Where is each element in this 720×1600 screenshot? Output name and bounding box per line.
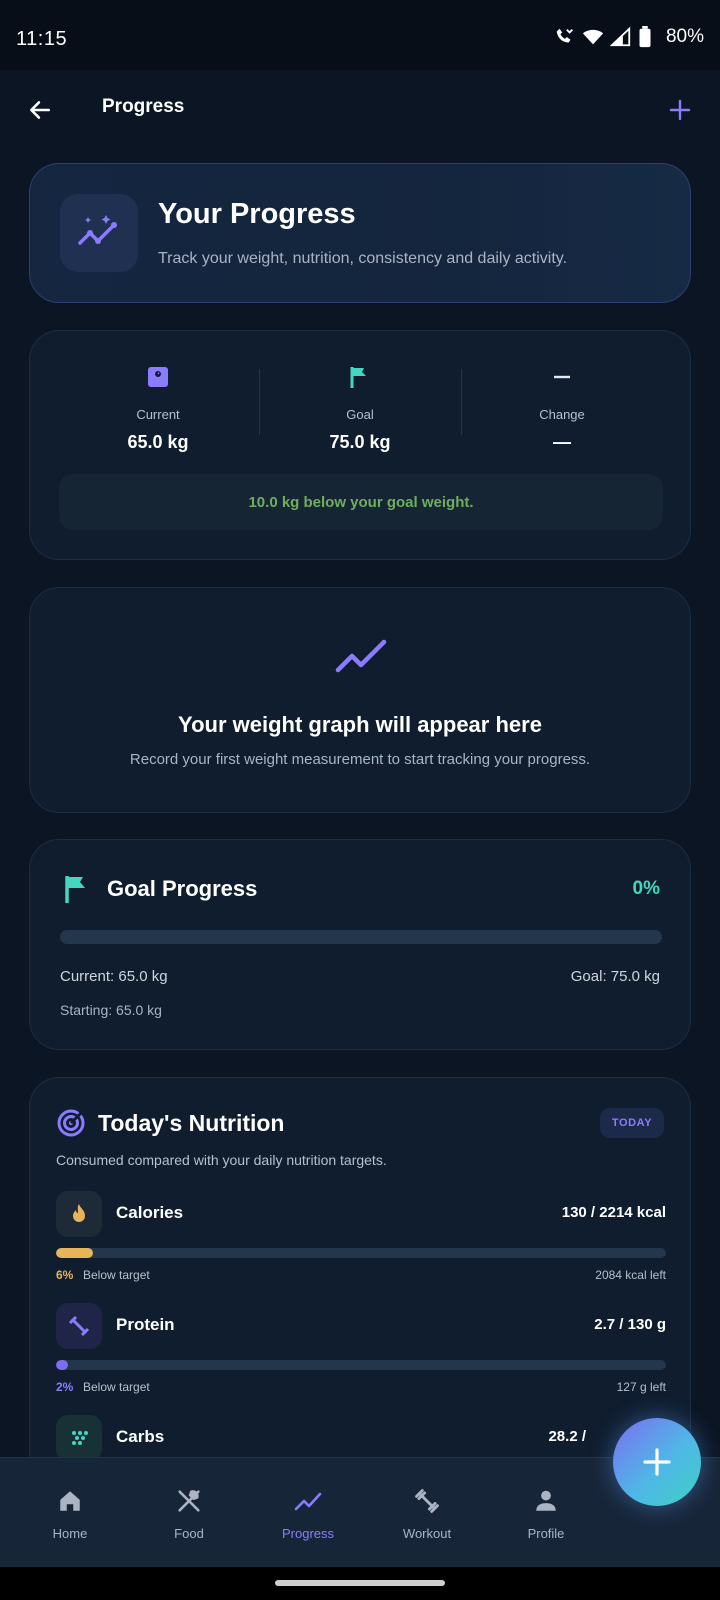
battery-percent: 80% <box>665 26 704 47</box>
macro-percent: 2% <box>56 1380 74 1394</box>
macro-value: 28.2 / <box>548 1428 586 1445</box>
target-icon <box>56 1108 86 1143</box>
macro-status: Below target <box>83 1380 150 1394</box>
fab-add-button[interactable] <box>613 1418 701 1506</box>
weight-stats-card: Current 65.0 kg Goal 75.0 kg Change — 10… <box>29 330 691 560</box>
plus-icon <box>643 1448 671 1476</box>
dash-icon <box>462 361 662 393</box>
trending-up-icon <box>258 1484 358 1518</box>
nutrition-title: Today's Nutrition <box>98 1110 285 1136</box>
macro-row-calories: Calories 130 / 2214 kcal 6% Below target… <box>56 1191 666 1291</box>
hero-subtitle: Track your weight, nutrition, consistenc… <box>158 250 568 267</box>
utensils-icon <box>139 1484 239 1518</box>
macro-value: 130 / 2214 kcal <box>561 1204 666 1221</box>
nav-workout[interactable]: Workout <box>377 1484 477 1541</box>
nav-home[interactable]: Home <box>20 1484 120 1541</box>
signal-icon <box>609 26 632 48</box>
back-button[interactable] <box>22 92 58 128</box>
macro-status: Below target <box>83 1268 150 1282</box>
macro-progress-fill <box>56 1248 93 1258</box>
status-icons: 80% <box>554 26 704 48</box>
home-icon <box>20 1484 120 1518</box>
nav-label: Food <box>174 1526 204 1541</box>
stat-change-label: Change <box>539 407 585 422</box>
nav-label: Workout <box>402 1526 452 1541</box>
stat-current-value: 65.0 kg <box>127 432 189 452</box>
stat-current-label: Current <box>136 407 180 422</box>
stat-goal-value: 75.0 kg <box>329 432 391 452</box>
status-time: 11:15 <box>16 28 68 50</box>
wifi-icon <box>582 26 604 48</box>
macro-name: Protein <box>116 1315 175 1334</box>
macro-name: Carbs <box>116 1427 165 1446</box>
goal-progress-bar <box>60 930 662 944</box>
macro-value: 2.7 / 130 g <box>594 1316 666 1333</box>
progress-hero-card: Your Progress Track your weight, nutriti… <box>29 163 691 303</box>
stat-change: Change — <box>462 361 662 453</box>
goal-progress-title: Goal Progress <box>107 876 258 901</box>
weight-graph-placeholder: Your weight graph will appear here Recor… <box>29 587 691 813</box>
trending-sparkle-icon <box>60 194 138 272</box>
macro-progress-fill <box>56 1360 69 1370</box>
goal-progress-card: Goal Progress 0% Current: 65.0 kg Goal: … <box>29 839 691 1050</box>
macro-percent: 6% <box>56 1268 74 1282</box>
nav-label: Home <box>52 1526 88 1541</box>
stat-change-value: — <box>553 432 571 452</box>
goal-target-text: Goal: 75.0 kg <box>570 968 660 985</box>
add-button[interactable] <box>660 90 700 130</box>
nutrition-subtitle: Consumed compared with your daily nutrit… <box>56 1152 387 1168</box>
hero-title: Your Progress <box>158 198 356 230</box>
nav-label: Profile <box>527 1526 565 1541</box>
goal-current-text: Current: 65.0 kg <box>60 968 168 985</box>
macro-progress-bar <box>56 1360 666 1370</box>
goal-progress-percent: 0% <box>632 878 660 899</box>
scale-icon <box>58 361 258 393</box>
plus-icon <box>669 99 691 121</box>
wifi-calling-icon <box>554 26 576 48</box>
macro-name: Calories <box>116 1203 184 1222</box>
macro-progress-bar <box>56 1248 666 1258</box>
bottom-navigation: Home Food Progress Workout Profile <box>0 1457 720 1567</box>
system-gesture-area <box>0 1567 720 1600</box>
nav-progress[interactable]: Progress <box>258 1484 358 1541</box>
protein-icon <box>56 1303 102 1349</box>
nav-profile[interactable]: Profile <box>496 1484 596 1541</box>
goal-difference-note: 10.0 kg below your goal weight. <box>59 474 663 530</box>
app-bar: Progress <box>0 70 720 150</box>
todays-nutrition-card: Today's Nutrition TODAY Consumed compare… <box>29 1077 691 1497</box>
macro-remaining: 2084 kcal left <box>595 1268 666 1282</box>
macro-remaining: 127 g left <box>616 1380 666 1394</box>
battery-icon <box>638 26 660 48</box>
page-title: Progress <box>102 96 185 117</box>
stat-current: Current 65.0 kg <box>58 361 258 453</box>
flag-icon <box>64 874 90 909</box>
home-gesture-bar[interactable] <box>275 1580 445 1586</box>
graph-placeholder-subtitle: Record your first weight measurement to … <box>129 751 591 768</box>
stat-goal-label: Goal <box>346 407 374 422</box>
macro-row-protein: Protein 2.7 / 130 g 2% Below target 127 … <box>56 1303 666 1403</box>
goal-starting-text: Starting: 65.0 kg <box>60 1002 162 1018</box>
dumbbell-icon <box>377 1484 477 1518</box>
stat-goal: Goal 75.0 kg <box>260 361 460 453</box>
today-badge: TODAY <box>600 1108 664 1138</box>
grain-icon <box>56 1415 102 1461</box>
flag-icon <box>260 361 460 393</box>
status-bar: 11:15 80% <box>0 0 720 70</box>
person-icon <box>496 1484 596 1518</box>
back-arrow-icon <box>30 101 50 119</box>
trending-up-icon <box>335 638 387 679</box>
nav-label: Progress <box>281 1526 335 1541</box>
graph-placeholder-title: Your weight graph will appear here <box>178 712 542 737</box>
nav-food[interactable]: Food <box>139 1484 239 1541</box>
flame-icon <box>56 1191 102 1237</box>
